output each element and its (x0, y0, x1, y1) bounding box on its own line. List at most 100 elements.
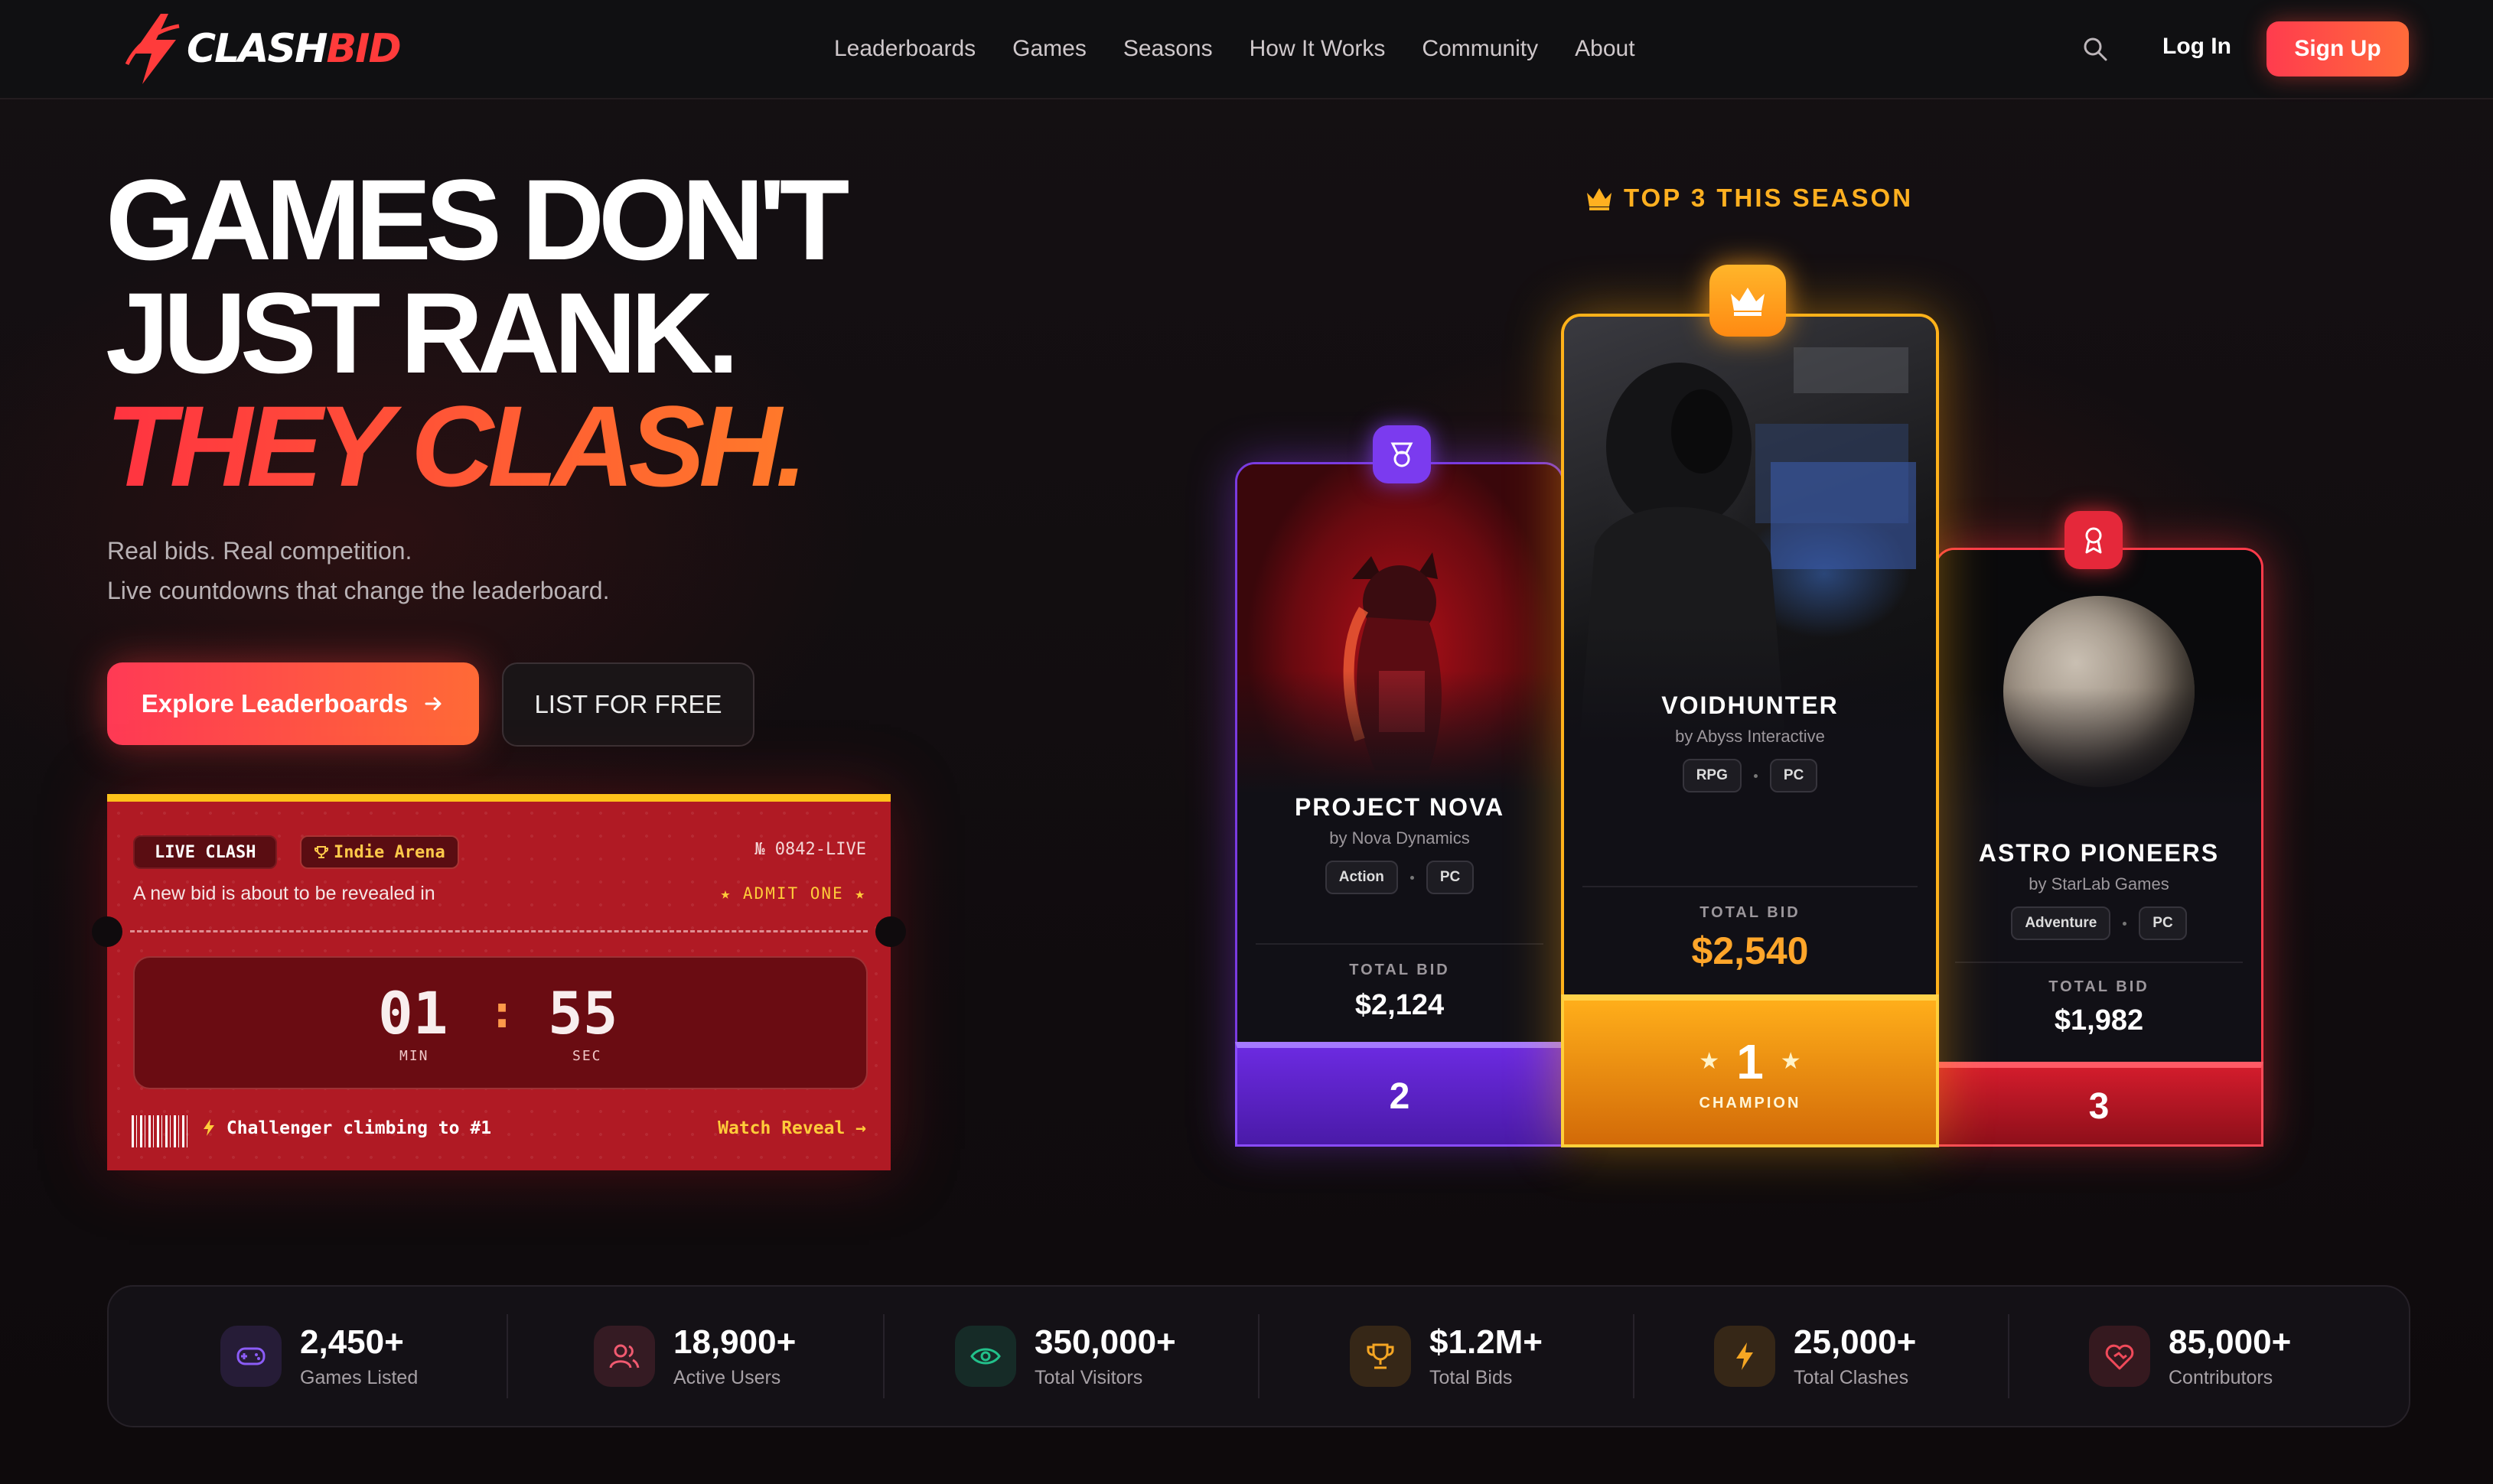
stat-label: Active Users (673, 1366, 781, 1388)
medal-icon (1373, 425, 1431, 483)
podium-step-2: 2 (1235, 1042, 1564, 1147)
game-developer: by StarLab Games (2029, 874, 2169, 893)
game-tags: Action PC (1237, 861, 1562, 894)
crown-icon (1709, 265, 1786, 337)
nav-links: Leaderboards Games Seasons How It Works … (834, 0, 1635, 98)
game-title: PROJECT NOVA (1294, 793, 1505, 821)
login-button[interactable]: Log In (2162, 34, 2231, 60)
stat-value: 85,000+ (2169, 1323, 2292, 1361)
barcode-graphic (132, 1115, 190, 1147)
hero-title-line2: JUST RANK. (106, 268, 739, 397)
stat-active-users: 18,900+ Active Users (594, 1287, 796, 1426)
countdown-separator: : (488, 985, 517, 1039)
ticket-message: A new bid is about to be revealed in (133, 883, 435, 904)
countdown-sec-label: SEC (572, 1048, 602, 1064)
total-bid-value: $2,540 (1691, 929, 1809, 972)
stat-label: Total Clashes (1794, 1366, 1909, 1388)
stat-value: 2,450+ (300, 1323, 404, 1361)
podium-step-1: ★ 1 ★ CHAMPION (1561, 994, 1939, 1147)
heart-handshake-icon (2089, 1326, 2150, 1387)
brand-wordmark: CLASHBID (187, 26, 402, 72)
stat-value: $1.2M+ (1429, 1323, 1543, 1361)
stat-value: 350,000+ (1035, 1323, 1176, 1361)
nav-link-how-it-works[interactable]: How It Works (1250, 36, 1386, 62)
top-navbar: CLASHBID Leaderboards Games Seasons How … (0, 0, 2493, 99)
top3-heading: TOP 3 THIS SEASON (1584, 184, 1913, 213)
stat-value: 18,900+ (673, 1323, 797, 1361)
game-cover-project-nova (1237, 464, 1562, 793)
watch-reveal-link[interactable]: Watch Reveal → (718, 1118, 866, 1138)
eye-icon (955, 1326, 1016, 1387)
explore-leaderboards-button[interactable]: Explore Leaderboards (107, 662, 479, 745)
ticket-id: № 0842-LIVE (754, 840, 866, 859)
total-bid-label: TOTAL BID (1699, 904, 1800, 921)
list-for-free-button[interactable]: LIST FOR FREE (502, 662, 754, 747)
nav-link-community[interactable]: Community (1422, 36, 1538, 62)
hero-title-line3: THEY CLASH. (106, 382, 807, 510)
brand-logo[interactable]: CLASHBID (122, 11, 402, 87)
podium-step-3: 3 (1934, 1062, 2263, 1147)
tag-platform[interactable]: PC (1769, 759, 1818, 792)
search-icon[interactable] (2081, 35, 2109, 63)
nav-link-leaderboards[interactable]: Leaderboards (834, 36, 976, 62)
ticket-notch-right (875, 916, 906, 947)
admit-one-label: ★ ADMIT ONE ★ (720, 884, 866, 903)
game-developer: by Abyss Interactive (1675, 727, 1825, 746)
countdown-seconds: 55 (548, 979, 618, 1047)
total-bid-value: $1,982 (2054, 1004, 2144, 1037)
challenger-status: Challenger climbing to #1 (202, 1118, 491, 1138)
stat-games-listed: 2,450+ Games Listed (220, 1287, 418, 1426)
gamepad-icon (220, 1326, 282, 1387)
stat-label: Contributors (2169, 1366, 2273, 1388)
lightning-icon (204, 1119, 214, 1136)
tag-platform[interactable]: PC (1426, 861, 1475, 894)
stat-label: Total Bids (1429, 1366, 1513, 1388)
tag-genre[interactable]: RPG (1682, 759, 1742, 792)
countdown-timer: 01 MIN : 55 SEC (133, 956, 868, 1089)
countdown-minutes: 01 (378, 979, 448, 1047)
game-cover-astro-pioneers (1937, 550, 2261, 810)
stat-total-bids: $1.2M+ Total Bids (1350, 1287, 1543, 1426)
rank-number: 1 (1736, 1033, 1764, 1089)
signup-button[interactable]: Sign Up (2267, 21, 2409, 76)
stat-contributors: 85,000+ Contributors (2089, 1287, 2291, 1426)
game-cover-voidhunter (1564, 317, 1936, 745)
arena-badge: Indie Arena (300, 835, 459, 869)
ticket-perforation (130, 930, 868, 932)
live-clash-ticket: LIVE CLASH Indie Arena № 0842-LIVE A new… (92, 794, 906, 1170)
award-ribbon-icon (2064, 511, 2123, 569)
top3-heading-text: TOP 3 THIS SEASON (1624, 184, 1914, 212)
game-developer: by Nova Dynamics (1329, 828, 1470, 848)
users-icon (594, 1326, 655, 1387)
challenger-status-text: Challenger climbing to #1 (226, 1118, 492, 1138)
ticket-notch-left (92, 916, 122, 947)
game-tags: RPG PC (1564, 759, 1936, 792)
tag-genre[interactable]: Action (1325, 861, 1398, 894)
lightning-icon (1714, 1326, 1775, 1387)
podium-card-rank-3[interactable]: ASTRO PIONEERS by StarLab Games Adventur… (1934, 548, 2263, 1143)
stat-label: Games Listed (300, 1366, 419, 1388)
podium-card-rank-2[interactable]: PROJECT NOVA by Nova Dynamics Action PC … (1235, 462, 1564, 1143)
tag-genre[interactable]: Adventure (2011, 906, 2111, 940)
nav-link-games[interactable]: Games (1012, 36, 1087, 62)
trophy-icon (314, 846, 328, 858)
hero-title-line1: GAMES DON'T (106, 155, 849, 284)
stat-total-clashes: 25,000+ Total Clashes (1714, 1287, 1916, 1426)
hero-subtitle-line2: Live countdowns that change the leaderbo… (107, 577, 610, 604)
arrow-right-icon (425, 697, 442, 711)
tag-platform[interactable]: PC (2139, 906, 2187, 940)
explore-button-label: Explore Leaderboards (141, 689, 409, 718)
hero-subtitle-line1: Real bids. Real competition. (107, 537, 412, 565)
total-bid-value: $2,124 (1354, 989, 1445, 1021)
lightning-logo-icon (125, 14, 180, 84)
crown-icon (1587, 188, 1611, 210)
nav-link-about[interactable]: About (1575, 36, 1634, 62)
nav-link-seasons[interactable]: Seasons (1123, 36, 1213, 62)
champion-label: CHAMPION (1699, 1094, 1801, 1111)
stat-value: 25,000+ (1794, 1323, 1917, 1361)
stats-bar: 2,450+ Games Listed 18,900+ Active Users 3… (107, 1285, 2410, 1427)
arena-badge-label: Indie Arena (334, 842, 445, 862)
game-tags: Adventure PC (1937, 906, 2261, 940)
live-clash-badge: LIVE CLASH (133, 835, 278, 869)
countdown-min-label: MIN (399, 1048, 429, 1064)
